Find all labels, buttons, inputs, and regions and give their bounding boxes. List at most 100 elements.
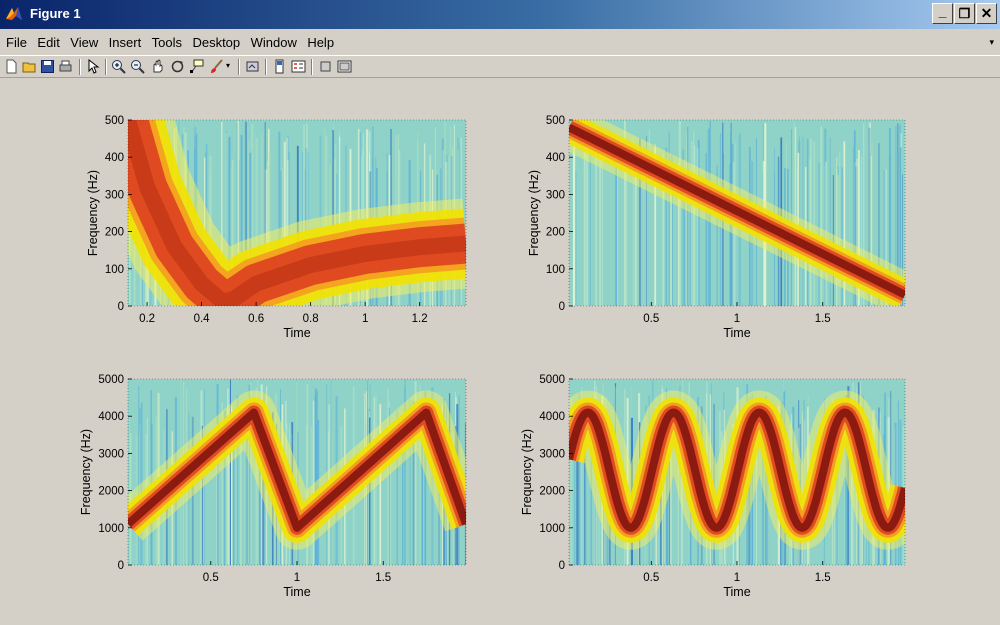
hide-plot-tools-icon[interactable]	[318, 59, 333, 74]
rotate-3d-icon[interactable]	[170, 59, 185, 74]
open-file-icon[interactable]	[22, 59, 37, 74]
menubar-dock-arrow-icon[interactable]: ▾	[989, 37, 994, 48]
spectrogram-image	[569, 120, 905, 306]
y-tick-label: 0	[118, 560, 124, 572]
spectrogram-image	[128, 379, 466, 565]
y-tick-label: 4000	[539, 411, 565, 423]
zoom-in-icon[interactable]	[111, 59, 126, 74]
x-tick-label: 0.2	[139, 313, 155, 325]
x-tick-label: 1.2	[412, 313, 428, 325]
noise-streak	[575, 171, 577, 306]
show-plot-tools-icon[interactable]	[337, 59, 352, 74]
menu-insert[interactable]: Insert	[106, 35, 145, 50]
menu-tools[interactable]: Tools	[149, 35, 185, 50]
noise-streak	[686, 133, 687, 306]
toolbar-separator	[79, 59, 81, 75]
y-tick-label: 500	[105, 115, 124, 127]
brush-icon[interactable]	[209, 59, 224, 74]
x-tick-label: 1	[362, 313, 368, 325]
noise-streak	[615, 169, 617, 306]
x-tick-label: 1.5	[815, 313, 831, 325]
y-axis-label: Frequency (Hz)	[527, 170, 541, 256]
matlab-logo-icon	[6, 7, 22, 20]
menu-window[interactable]: Window	[248, 35, 300, 50]
y-tick-label: 0	[118, 301, 124, 313]
noise-streak	[809, 138, 812, 306]
x-tick-label: 1	[734, 572, 740, 584]
spectrogram-axes[interactable]: 0.2 0.4 0.6 0.8 1 1.20100200300400500TimeFreq…	[0, 78, 1000, 625]
window-title: Figure 1	[30, 6, 81, 21]
x-tick-label: 0.5	[643, 572, 659, 584]
toolbar-separator	[238, 59, 240, 75]
x-tick-label: 1	[294, 572, 300, 584]
figure-toolbar: ▾	[0, 55, 1000, 78]
menu-view[interactable]: View	[67, 35, 101, 50]
y-tick-label: 100	[546, 264, 565, 276]
noise-streak	[387, 388, 389, 565]
x-axis-label: Time	[723, 585, 750, 599]
menu-help[interactable]: Help	[304, 35, 337, 50]
y-tick-label: 3000	[98, 448, 124, 460]
y-tick-label: 1000	[98, 523, 124, 535]
x-tick-label: 0.5	[643, 313, 659, 325]
axes-2: 0.5 1 1.5 0 100 200 300 400 500 Time Frequency (Hz…	[527, 115, 906, 340]
noise-streak	[813, 141, 815, 306]
insert-legend-icon[interactable]	[291, 59, 306, 74]
y-tick-label: 300	[546, 189, 565, 201]
noise-streak	[687, 126, 689, 306]
restore-icon: ❐	[958, 5, 971, 21]
toolbar-separator	[105, 59, 107, 75]
y-axis-label: Frequency (Hz)	[520, 429, 534, 515]
y-tick-label: 2000	[539, 486, 565, 498]
menu-desktop[interactable]: Desktop	[189, 35, 243, 50]
y-tick-label: 5000	[539, 374, 565, 386]
data-cursor-icon[interactable]	[189, 59, 204, 74]
y-tick-label: 3000	[539, 448, 565, 460]
noise-streak	[573, 139, 576, 306]
pan-icon[interactable]	[150, 59, 165, 74]
noise-streak	[599, 144, 602, 306]
minimize-button[interactable]: _	[932, 3, 953, 24]
axes-1: 0.2 0.4 0.6 0.8 1 1.2 0 100 200 300 400 500 Time Freq…	[86, 115, 467, 340]
save-icon[interactable]	[40, 59, 55, 74]
x-tick-label: 0.6	[248, 313, 264, 325]
spectrogram-image	[128, 120, 466, 306]
print-icon[interactable]	[58, 59, 73, 74]
toolbar-separator	[265, 59, 267, 75]
y-axis-label: Frequency (Hz)	[79, 429, 93, 515]
x-axis-label: Time	[723, 326, 750, 340]
x-axis-label: Time	[283, 585, 310, 599]
close-icon: ✕	[980, 5, 993, 21]
noise-streak	[589, 145, 591, 306]
close-button[interactable]: ✕	[976, 3, 997, 24]
noise-streak	[678, 121, 681, 306]
figure-canvas[interactable]: 0.2 0.4 0.6 0.8 1 1.2 0 100 200 300 400 500 Time Freq…	[0, 78, 1000, 625]
y-tick-label: 500	[546, 115, 565, 127]
x-tick-label: 1.5	[375, 572, 391, 584]
x-axis-label: Time	[283, 326, 310, 340]
noise-streak	[138, 386, 140, 565]
window-titlebar[interactable]: Figure 1 _ ❐ ✕	[0, 0, 1000, 29]
insert-colorbar-icon[interactable]	[272, 59, 287, 74]
y-tick-label: 400	[546, 152, 565, 164]
axes-3: 0.5 1 1.5 0 1000 2000 3000 4000 5000 Time Frequenc…	[79, 374, 467, 599]
y-tick-label: 400	[105, 152, 124, 164]
zoom-out-icon[interactable]	[130, 59, 145, 74]
new-figure-icon[interactable]	[4, 59, 19, 74]
y-tick-label: 5000	[98, 374, 124, 386]
link-plot-icon[interactable]	[245, 59, 260, 74]
brush-dropdown-arrow-icon[interactable]: ▾	[226, 61, 230, 70]
restore-button[interactable]: ❐	[954, 3, 975, 24]
y-tick-label: 100	[105, 264, 124, 276]
y-tick-label: 200	[546, 227, 565, 239]
menubar: File Edit View Insert Tools Desktop Wind…	[0, 29, 1000, 55]
y-tick-label: 0	[559, 560, 565, 572]
y-tick-label: 4000	[98, 411, 124, 423]
y-tick-label: 0	[559, 301, 565, 313]
edit-plot-icon[interactable]	[86, 59, 101, 74]
menu-file[interactable]: File	[3, 35, 30, 50]
x-tick-label: 0.8	[303, 313, 319, 325]
y-axis-label: Frequency (Hz)	[86, 170, 100, 256]
y-tick-label: 300	[105, 189, 124, 201]
menu-edit[interactable]: Edit	[34, 35, 62, 50]
